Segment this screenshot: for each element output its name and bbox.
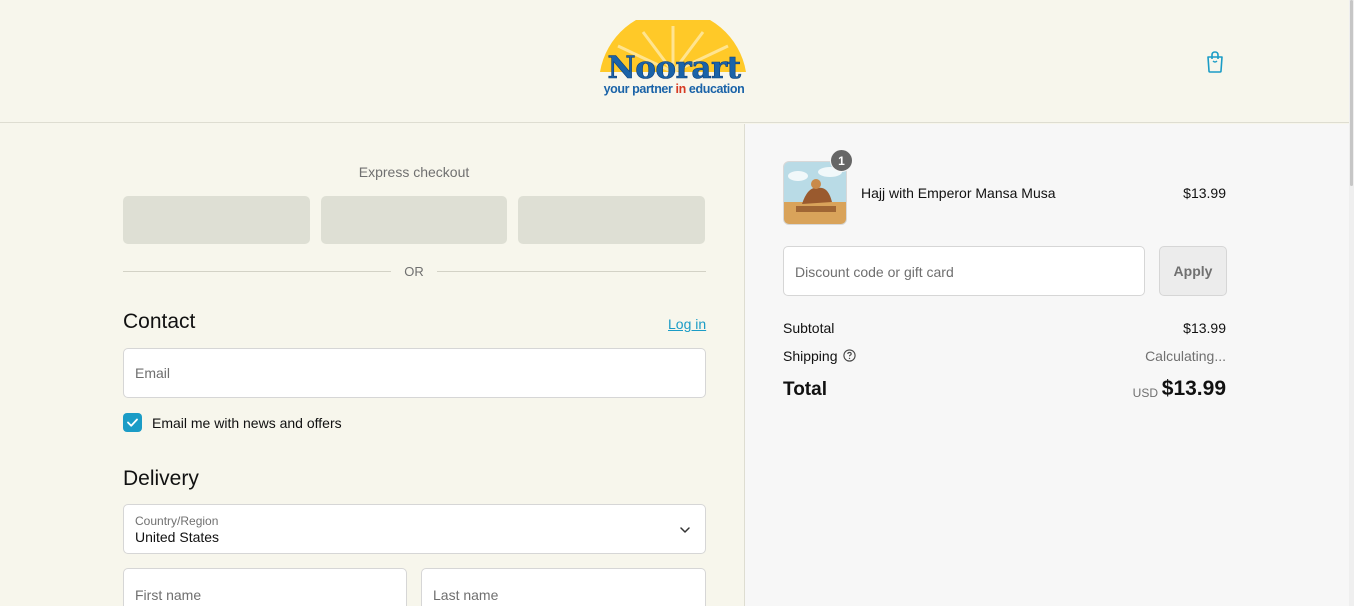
logo-tagline: your partner in education (603, 82, 745, 96)
express-checkout-label: Express checkout (358, 164, 470, 180)
shopping-bag-icon[interactable] (1204, 50, 1226, 74)
country-value: United States (135, 529, 220, 545)
total-label: Total (783, 379, 827, 400)
express-checkout-button-2[interactable] (321, 196, 507, 244)
country-label: Country/Region (135, 514, 219, 528)
first-name-field[interactable]: First name (123, 568, 407, 606)
last-name-placeholder: Last name (433, 587, 499, 603)
first-name-placeholder: First name (135, 587, 202, 603)
or-label: OR (404, 264, 424, 279)
delivery-heading: Delivery (123, 467, 199, 490)
subtotal-label: Subtotal (783, 320, 835, 336)
email-placeholder: Email (135, 365, 171, 381)
discount-placeholder: Discount code or gift card (795, 264, 954, 280)
product-name: Hajj with Emperor Mansa Musa (861, 185, 1056, 201)
noorart-logo[interactable]: Noorart your partner in education (596, 20, 752, 100)
total-value: $13.99 (1161, 377, 1226, 400)
subtotal-value: $13.99 (1183, 320, 1226, 336)
newsletter-label[interactable]: Email me with news and offers (152, 415, 342, 431)
scrollbar-thumb[interactable] (1350, 0, 1353, 186)
or-divider: OR (123, 263, 706, 281)
shipping-label: Shipping (783, 348, 838, 364)
discount-code-field[interactable]: Discount code or gift card (783, 246, 1145, 296)
quantity-badge: 1 (830, 149, 853, 172)
chevron-down-icon[interactable] (678, 523, 692, 537)
checkmark-icon (127, 418, 138, 427)
divider-line (123, 271, 391, 272)
login-link[interactable]: Log in (668, 316, 706, 332)
contact-heading: Contact (123, 310, 196, 333)
shipping-value: Calculating... (1145, 348, 1226, 364)
email-field[interactable]: Email (123, 348, 706, 398)
country-select[interactable]: Country/Region United States (123, 504, 706, 554)
total-currency: USD (1132, 386, 1158, 400)
logo-wordmark: Noorart (607, 50, 741, 87)
express-checkout-button-3[interactable] (518, 196, 705, 244)
last-name-field[interactable]: Last name (421, 568, 706, 606)
divider-line (437, 271, 706, 272)
help-circle-icon[interactable] (843, 349, 856, 362)
apply-discount-button[interactable]: Apply (1159, 246, 1227, 296)
product-price: $13.99 (1183, 185, 1226, 201)
express-checkout-button-1[interactable] (123, 196, 310, 244)
newsletter-checkbox[interactable] (123, 413, 142, 432)
site-header: Noorart your partner in education (0, 0, 1354, 123)
